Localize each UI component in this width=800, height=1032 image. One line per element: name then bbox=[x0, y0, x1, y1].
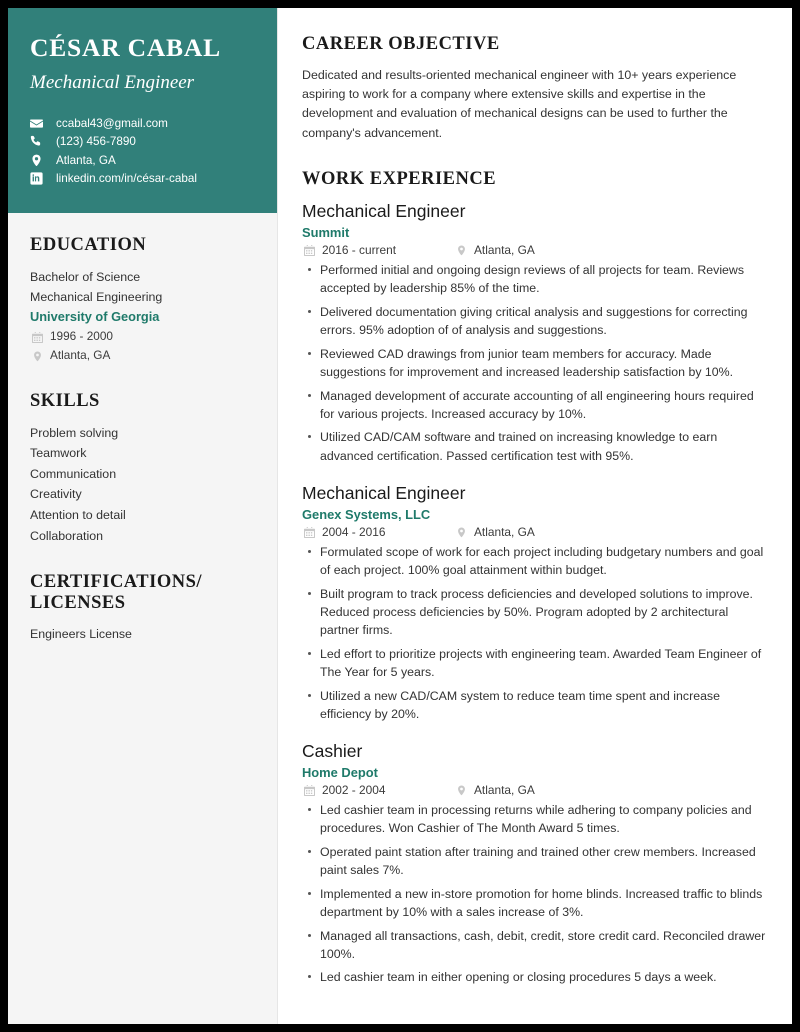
job-location: Atlanta, GA bbox=[454, 783, 535, 797]
contact-location-text: Atlanta, GA bbox=[56, 153, 116, 167]
career-objective-section: CAREER OBJECTIVE Dedicated and results-o… bbox=[302, 34, 770, 143]
job-bullet: Built program to track process deficienc… bbox=[302, 585, 770, 639]
job-bullet: Formulated scope of work for each projec… bbox=[302, 543, 770, 579]
job-title: Mechanical Engineer bbox=[302, 482, 466, 503]
job-entry: Mechanical Engineer Summit 2016 - curren… bbox=[302, 201, 770, 465]
candidate-name: CÉSAR CABAL bbox=[30, 33, 221, 62]
work-experience-heading: WORK EXPERIENCE bbox=[302, 168, 497, 189]
linkedin-icon bbox=[30, 172, 48, 185]
job-dates: 2004 - 2016 bbox=[302, 525, 454, 539]
map-pin-icon bbox=[30, 154, 48, 167]
job-bullet: Implemented a new in-store promotion for… bbox=[302, 885, 770, 921]
job-bullet: Reviewed CAD drawings from junior team m… bbox=[302, 345, 770, 381]
skill-item: Collaboration bbox=[30, 528, 104, 543]
education-dates-text: 1996 - 2000 bbox=[50, 329, 113, 344]
contact-email-text: ccabal43@gmail.com bbox=[56, 116, 168, 130]
contact-location: Atlanta, GA bbox=[30, 154, 255, 167]
calendar-icon bbox=[302, 244, 316, 256]
job-location-text: Atlanta, GA bbox=[474, 783, 535, 798]
job-dates: 2002 - 2004 bbox=[302, 783, 454, 797]
job-meta: 2004 - 2016 Atlanta, GA bbox=[302, 525, 770, 539]
map-pin-icon bbox=[454, 785, 468, 796]
job-bullet: Performed initial and ongoing design rev… bbox=[302, 261, 770, 297]
skill-item: Problem solving bbox=[30, 425, 119, 440]
job-dates: 2016 - current bbox=[302, 243, 454, 257]
job-company: Home Depot bbox=[302, 764, 378, 780]
contact-linkedin[interactable]: linkedin.com/in/césar-cabal bbox=[30, 172, 255, 185]
education-heading: EDUCATION bbox=[30, 234, 147, 255]
contact-list: ccabal43@gmail.com (123) 456-7890 Atlant… bbox=[30, 117, 255, 185]
sidebar-header: CÉSAR CABAL Mechanical Engineer ccabal43… bbox=[8, 8, 277, 213]
certification-item: Engineers License bbox=[30, 626, 132, 641]
job-bullet: Led cashier team in processing returns w… bbox=[302, 801, 770, 837]
contact-phone-text: (123) 456-7890 bbox=[56, 135, 136, 149]
education-degree: Bachelor of Science bbox=[30, 269, 141, 284]
job-dates-text: 2016 - current bbox=[322, 243, 397, 258]
calendar-icon bbox=[30, 331, 44, 343]
job-bullets: Formulated scope of work for each projec… bbox=[302, 543, 770, 723]
map-pin-icon bbox=[454, 245, 468, 256]
phone-icon bbox=[30, 135, 48, 148]
job-bullets: Led cashier team in processing returns w… bbox=[302, 801, 770, 986]
contact-linkedin-text: linkedin.com/in/césar-cabal bbox=[56, 172, 197, 186]
job-company: Genex Systems, LLC bbox=[302, 506, 431, 522]
job-location-text: Atlanta, GA bbox=[474, 525, 535, 540]
education-section: EDUCATION Bachelor of Science Mechanical… bbox=[30, 235, 255, 365]
job-location: Atlanta, GA bbox=[454, 243, 535, 257]
job-company: Summit bbox=[302, 224, 350, 240]
certifications-section: CERTIFICATIONS/ LICENSES Engineers Licen… bbox=[30, 572, 255, 644]
job-entry: Cashier Home Depot 2002 - 2004 Atlanta, … bbox=[302, 741, 770, 987]
job-bullets: Performed initial and ongoing design rev… bbox=[302, 261, 770, 464]
education-dates: 1996 - 2000 bbox=[30, 328, 255, 346]
job-bullet: Delivered documentation giving critical … bbox=[302, 303, 770, 339]
job-bullet: Led cashier team in either opening or cl… bbox=[302, 968, 770, 986]
education-location: Atlanta, GA bbox=[30, 347, 255, 365]
work-experience-section: WORK EXPERIENCE Mechanical Engineer Summ… bbox=[302, 169, 770, 987]
sidebar-body: EDUCATION Bachelor of Science Mechanical… bbox=[8, 213, 277, 645]
education-school: University of Georgia bbox=[30, 308, 160, 324]
job-dates-text: 2004 - 2016 bbox=[322, 525, 386, 540]
education-field: Mechanical Engineering bbox=[30, 289, 163, 304]
job-bullet: Led effort to prioritize projects with e… bbox=[302, 645, 770, 681]
skill-item: Creativity bbox=[30, 487, 82, 502]
job-bullet: Operated paint station after training an… bbox=[302, 843, 770, 879]
career-objective-text: Dedicated and results-oriented mechanica… bbox=[302, 68, 737, 140]
resume-page: CÉSAR CABAL Mechanical Engineer ccabal43… bbox=[8, 8, 792, 1024]
job-meta: 2002 - 2004 Atlanta, GA bbox=[302, 783, 770, 797]
job-bullet: Utilized CAD/CAM software and trained on… bbox=[302, 428, 770, 464]
job-bullet: Utilized a new CAD/CAM system to reduce … bbox=[302, 687, 770, 723]
candidate-role: Mechanical Engineer bbox=[30, 72, 195, 94]
job-title: Mechanical Engineer bbox=[302, 200, 466, 221]
job-bullet: Managed development of accurate accounti… bbox=[302, 387, 770, 423]
calendar-icon bbox=[302, 526, 316, 538]
education-location-text: Atlanta, GA bbox=[50, 348, 111, 363]
map-pin-icon bbox=[454, 527, 468, 538]
skills-section: SKILLS Problem solving Teamwork Communic… bbox=[30, 391, 255, 546]
job-meta: 2016 - current Atlanta, GA bbox=[302, 243, 770, 257]
career-objective-heading: CAREER OBJECTIVE bbox=[302, 34, 500, 54]
job-title: Cashier bbox=[302, 740, 363, 761]
skill-item: Teamwork bbox=[30, 446, 87, 461]
contact-phone[interactable]: (123) 456-7890 bbox=[30, 135, 255, 148]
job-bullet: Managed all transactions, cash, debit, c… bbox=[302, 927, 770, 963]
calendar-icon bbox=[302, 784, 316, 796]
map-pin-icon bbox=[30, 351, 44, 362]
contact-email[interactable]: ccabal43@gmail.com bbox=[30, 117, 255, 130]
skill-item: Communication bbox=[30, 466, 117, 481]
skills-heading: SKILLS bbox=[30, 390, 100, 411]
job-location: Atlanta, GA bbox=[454, 525, 535, 539]
envelope-icon bbox=[30, 117, 48, 130]
main-column: CAREER OBJECTIVE Dedicated and results-o… bbox=[278, 8, 792, 1024]
certifications-heading: CERTIFICATIONS/ LICENSES bbox=[30, 572, 203, 613]
job-location-text: Atlanta, GA bbox=[474, 243, 535, 258]
skill-item: Attention to detail bbox=[30, 507, 126, 522]
sidebar: CÉSAR CABAL Mechanical Engineer ccabal43… bbox=[8, 8, 278, 1024]
job-entry: Mechanical Engineer Genex Systems, LLC 2… bbox=[302, 483, 770, 723]
job-dates-text: 2002 - 2004 bbox=[322, 783, 386, 798]
